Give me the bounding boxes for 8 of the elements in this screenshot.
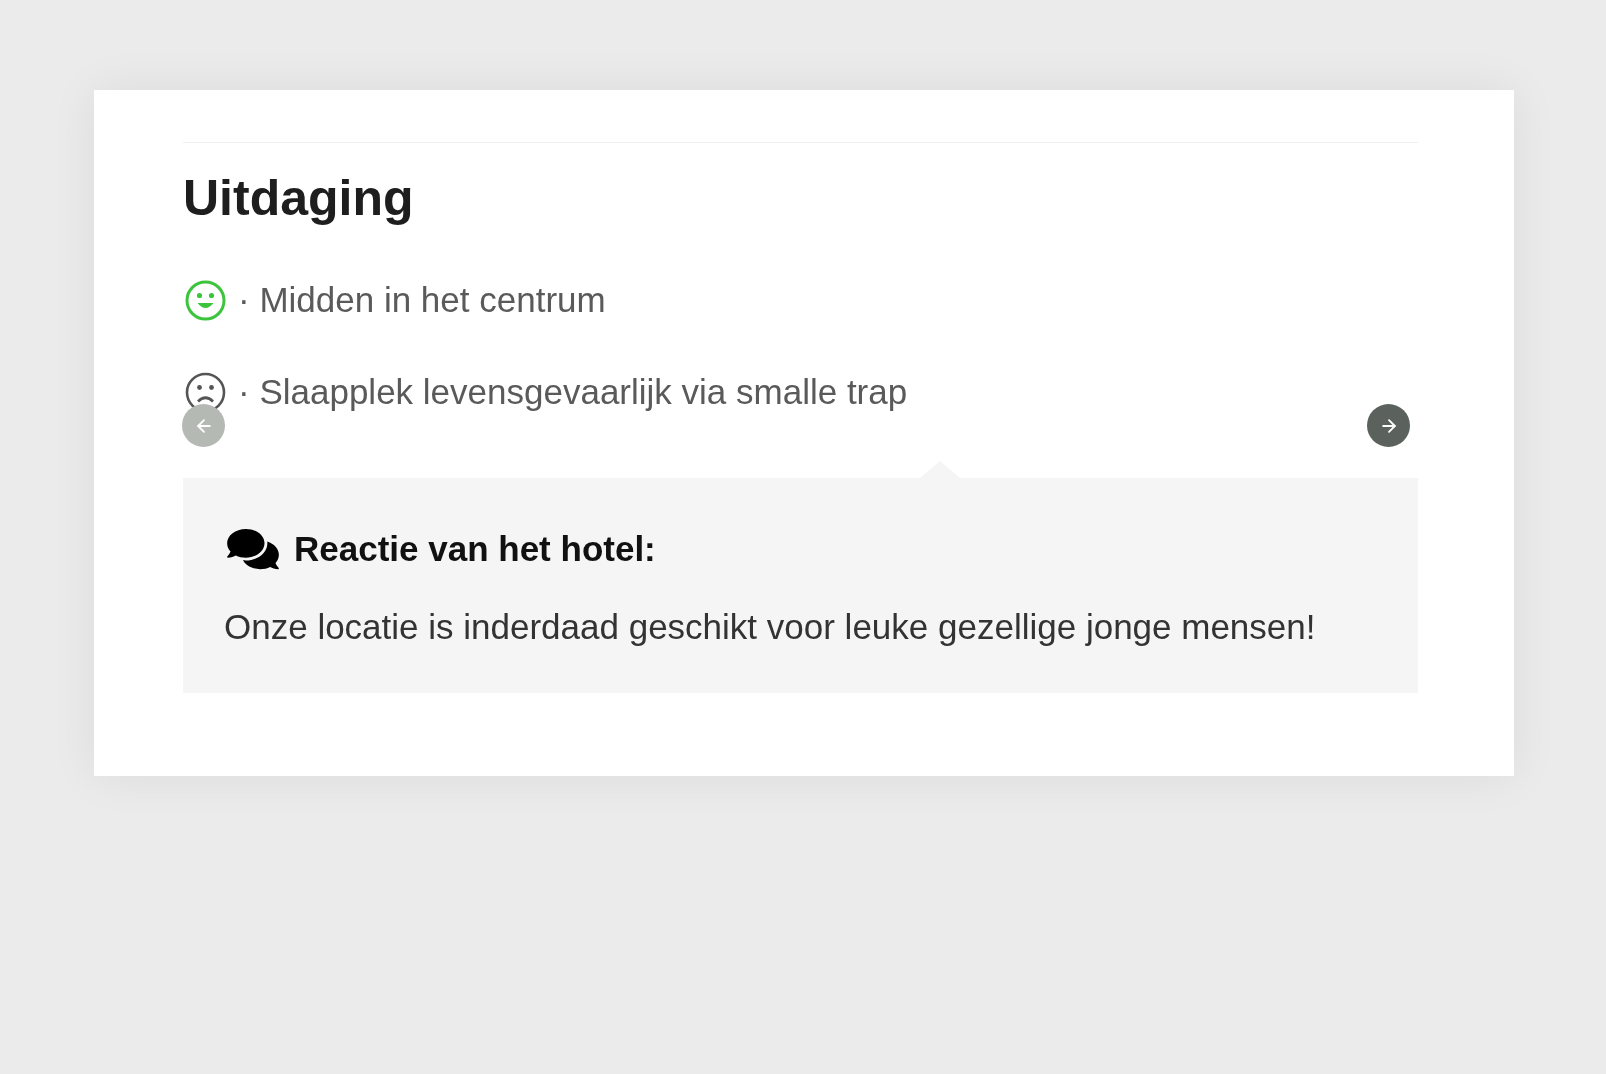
speech-bubbles-icon bbox=[224, 526, 282, 572]
response-text: Onze locatie is inderdaad geschikt voor leuke gezellige jonge mensen! bbox=[224, 607, 1317, 647]
response-heading: Reactie van het hotel: bbox=[294, 528, 656, 570]
review-point: · Midden in het centrum bbox=[238, 279, 606, 321]
next-button[interactable] bbox=[1367, 404, 1410, 447]
review-point: · Slaapplek levensgevaarlijk via smalle trap bbox=[238, 371, 908, 413]
smiley-face-icon bbox=[185, 279, 226, 321]
section-title: Uitdaging bbox=[183, 169, 415, 228]
